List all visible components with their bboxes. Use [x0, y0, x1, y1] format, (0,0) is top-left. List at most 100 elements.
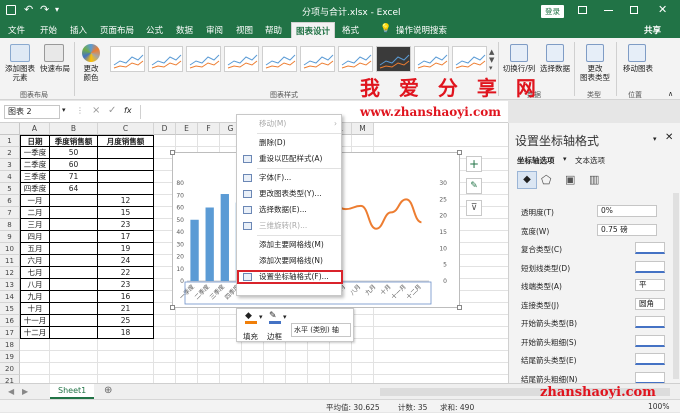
table-cell[interactable]: 60 — [50, 159, 98, 171]
table-cell[interactable]: 21 — [98, 303, 154, 315]
enter-entry-icon[interactable]: ✓ — [108, 105, 116, 116]
context-menu-item[interactable]: 添加主要网格线(M) — [237, 238, 343, 252]
chart-style-1[interactable] — [110, 46, 145, 72]
table-cell[interactable] — [50, 291, 98, 303]
minimize-icon[interactable] — [604, 10, 613, 11]
quick-layout-button[interactable]: 快速布局 — [38, 64, 72, 73]
table-cell[interactable] — [50, 195, 98, 207]
row-header[interactable]: 16 — [0, 315, 20, 327]
select-data-button[interactable]: 选择数据 — [537, 64, 573, 73]
change-chart-type-button[interactable]: 更改 图表类型 — [576, 64, 614, 82]
next-sheet-icon[interactable]: ▶ — [22, 387, 28, 396]
formula-bar-options-icon[interactable]: ⋮ — [76, 106, 84, 115]
table-cell[interactable]: 17 — [98, 231, 154, 243]
ribbon-display-icon[interactable] — [578, 6, 587, 14]
column-header[interactable]: D — [154, 123, 176, 135]
table-header-cell[interactable]: 季度销售额 — [50, 135, 98, 147]
column-header[interactable]: A — [20, 123, 50, 135]
table-cell[interactable]: 24 — [98, 255, 154, 267]
undo-icon[interactable]: ↶ — [24, 3, 33, 16]
table-cell[interactable] — [50, 207, 98, 219]
chart-style-10[interactable] — [452, 46, 487, 72]
column-header[interactable]: F — [198, 123, 220, 135]
chart-style-4[interactable] — [224, 46, 259, 72]
table-header-cell[interactable]: 日期 — [20, 135, 50, 147]
context-menu-item[interactable]: 三维旋转(R)... — [237, 219, 343, 233]
row-header[interactable]: 18 — [0, 339, 20, 351]
tab-axis-options[interactable]: 坐标轴选项 — [517, 155, 555, 166]
table-cell[interactable]: 二月 — [20, 207, 50, 219]
table-cell[interactable]: 十一月 — [20, 315, 50, 327]
table-cell[interactable]: 八月 — [20, 279, 50, 291]
row-header[interactable]: 20 — [0, 363, 20, 375]
chart-style-2[interactable] — [148, 46, 183, 72]
move-chart-button[interactable]: 移动图表 — [618, 64, 658, 73]
row-header[interactable]: 7 — [0, 207, 20, 219]
context-menu-item[interactable]: 添加次要网格线(N) — [237, 254, 343, 268]
chart-style-9[interactable] — [414, 46, 449, 72]
chart-elements-button[interactable]: + — [466, 156, 482, 172]
row-header[interactable]: 10 — [0, 243, 20, 255]
fill-bucket-icon[interactable]: ◆ — [245, 312, 257, 324]
row-header[interactable]: 5 — [0, 183, 20, 195]
bar[interactable] — [190, 219, 199, 281]
axis-options-icon[interactable]: ▥ — [589, 173, 599, 186]
pane-property-dropdown[interactable] — [635, 242, 665, 254]
table-cell[interactable]: 四月 — [20, 231, 50, 243]
table-cell[interactable] — [50, 255, 98, 267]
tell-me-search[interactable]: 操作说明搜索 — [396, 24, 447, 36]
table-cell[interactable]: 三季度 — [20, 171, 50, 183]
pane-property-dropdown[interactable] — [635, 353, 665, 365]
row-header[interactable]: 17 — [0, 327, 20, 339]
chart-style-6[interactable] — [300, 46, 335, 72]
customize-qat-icon[interactable]: ▾ — [55, 5, 59, 14]
table-cell[interactable]: 22 — [98, 267, 154, 279]
tab-text-options[interactable]: 文本选项 — [575, 155, 605, 166]
table-cell[interactable] — [50, 315, 98, 327]
outline-dropdown-icon[interactable]: ▾ — [283, 313, 287, 321]
table-cell[interactable] — [98, 147, 154, 159]
bar[interactable] — [220, 194, 229, 281]
context-menu-item[interactable]: 设置坐标轴格式(F)... — [237, 270, 343, 284]
outline-pen-icon[interactable]: ✎ — [269, 312, 281, 324]
size-properties-icon[interactable]: ▣ — [565, 173, 575, 186]
table-cell[interactable]: 六月 — [20, 255, 50, 267]
table-cell[interactable]: 23 — [98, 219, 154, 231]
collapse-ribbon-icon[interactable]: ∧ — [668, 90, 673, 98]
fill-dropdown-icon[interactable]: ▾ — [259, 313, 263, 321]
pane-property-value[interactable]: 圆角 — [635, 297, 665, 310]
pane-property-value[interactable]: 0.75 磅 — [597, 223, 657, 236]
table-cell[interactable]: 71 — [50, 171, 98, 183]
login-button[interactable]: 登录 — [541, 5, 564, 18]
tab-file[interactable]: 文件 — [8, 24, 25, 36]
table-cell[interactable] — [50, 327, 98, 339]
table-cell[interactable]: 九月 — [20, 291, 50, 303]
tab-view[interactable]: 视图 — [236, 24, 253, 36]
restore-icon[interactable] — [630, 6, 638, 14]
row-header[interactable]: 4 — [0, 171, 20, 183]
chart-style-7[interactable] — [338, 46, 373, 72]
chart-handle-top-left[interactable] — [170, 150, 175, 155]
table-cell[interactable] — [50, 267, 98, 279]
tab-home[interactable]: 开始 — [40, 24, 57, 36]
table-cell[interactable]: 15 — [98, 207, 154, 219]
table-cell[interactable]: 19 — [98, 243, 154, 255]
tab-review[interactable]: 审阅 — [206, 24, 223, 36]
pane-property-dropdown[interactable] — [635, 334, 665, 347]
pane-property-dropdown[interactable] — [635, 371, 665, 384]
tab-insert[interactable]: 插入 — [70, 24, 87, 36]
row-header[interactable]: 8 — [0, 219, 20, 231]
table-cell[interactable]: 二季度 — [20, 159, 50, 171]
tab-chart-design[interactable]: 图表设计 — [291, 22, 336, 38]
row-header[interactable]: 15 — [0, 303, 20, 315]
name-box-dropdown-icon[interactable]: ▾ — [62, 106, 66, 114]
table-cell[interactable] — [50, 219, 98, 231]
tab-page-layout[interactable]: 页面布局 — [100, 24, 134, 36]
pane-property-dropdown[interactable] — [635, 316, 665, 328]
chart-styles-button[interactable]: ✎ — [466, 178, 482, 194]
change-colors-button[interactable]: 更改 颜色 — [76, 64, 106, 82]
table-cell[interactable]: 五月 — [20, 243, 50, 255]
table-cell[interactable] — [50, 231, 98, 243]
tab-format[interactable]: 格式 — [342, 24, 359, 36]
row-header[interactable]: 6 — [0, 195, 20, 207]
